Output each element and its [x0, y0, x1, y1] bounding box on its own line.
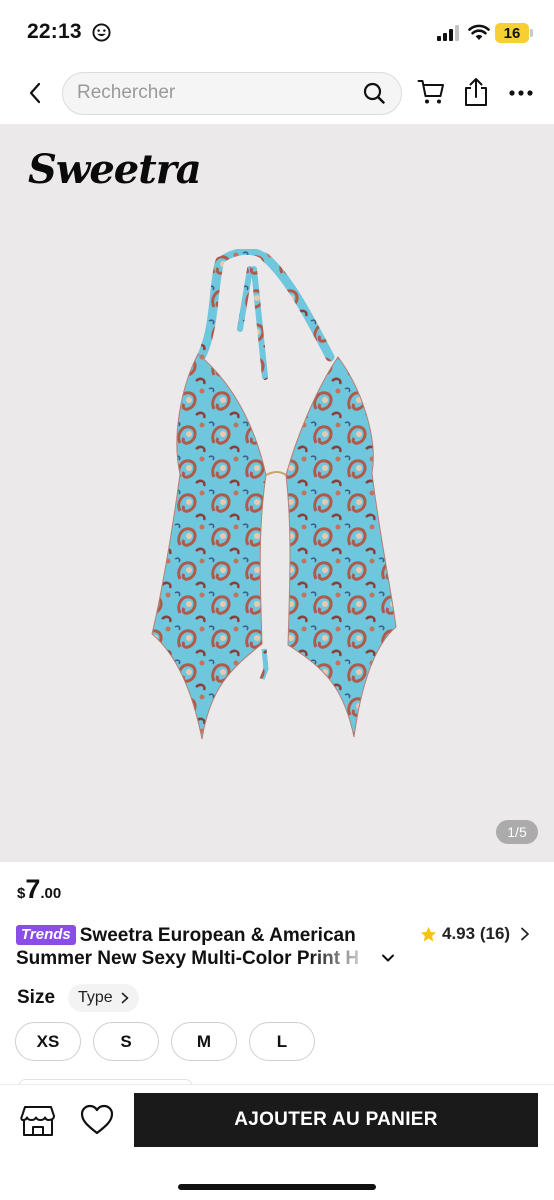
- brand-logo: Sweetra: [28, 146, 202, 193]
- size-type-selector[interactable]: Type: [68, 984, 139, 1012]
- share-icon[interactable]: [463, 77, 489, 107]
- size-type-label: Type: [78, 989, 113, 1006]
- product-rating[interactable]: 4.93 (16): [420, 924, 530, 944]
- chevron-right-icon: [521, 927, 529, 941]
- search-bar[interactable]: [62, 72, 402, 115]
- trends-badge: Trends: [16, 925, 76, 945]
- rating-value: 4.93: [442, 924, 476, 943]
- bottom-action-bar: AJOUTER AU PANIER: [0, 1084, 554, 1200]
- price-integer: 7: [25, 874, 41, 904]
- wifi-icon: [468, 24, 490, 40]
- search-icon[interactable]: [363, 82, 385, 104]
- image-counter: 1/5: [496, 820, 538, 844]
- store-icon[interactable]: [20, 1104, 56, 1138]
- smiley-icon: [92, 23, 111, 42]
- more-options-icon[interactable]: [508, 89, 534, 97]
- title-fade-overlay: [310, 947, 380, 971]
- size-option-xs[interactable]: XS: [15, 1022, 81, 1061]
- size-options: XS S M L: [15, 1022, 327, 1061]
- chevron-left-icon: [29, 82, 41, 104]
- product-title-line1: Sweetra European & American: [79, 925, 356, 946]
- heart-icon[interactable]: [80, 1104, 114, 1136]
- back-button[interactable]: [20, 78, 50, 108]
- status-time: 22:13: [27, 20, 82, 43]
- product-price: $7.00: [17, 874, 61, 905]
- price-decimal: .00: [40, 885, 62, 902]
- battery-indicator: 16: [495, 23, 533, 43]
- cellular-signal-icon: [437, 25, 459, 41]
- add-to-cart-button[interactable]: AJOUTER AU PANIER: [134, 1093, 538, 1147]
- size-option-l[interactable]: L: [249, 1022, 315, 1061]
- search-input[interactable]: [77, 73, 357, 113]
- star-icon: [420, 926, 437, 941]
- rating-count: (16): [479, 924, 511, 943]
- top-navigation-bar: [0, 62, 554, 124]
- home-indicator: [178, 1184, 376, 1190]
- product-image-carousel[interactable]: Sweetra 1/5: [0, 124, 554, 862]
- size-option-s[interactable]: S: [93, 1022, 159, 1061]
- status-bar: 22:13 16: [0, 0, 554, 62]
- size-label: Size: [17, 987, 56, 1008]
- chevron-right-icon: [121, 992, 128, 1004]
- product-title: Trends Sweetra European & American: [16, 924, 416, 947]
- product-image: [151, 249, 397, 740]
- chevron-down-icon[interactable]: [380, 950, 396, 966]
- size-option-m[interactable]: M: [171, 1022, 237, 1061]
- cart-icon[interactable]: [417, 79, 445, 105]
